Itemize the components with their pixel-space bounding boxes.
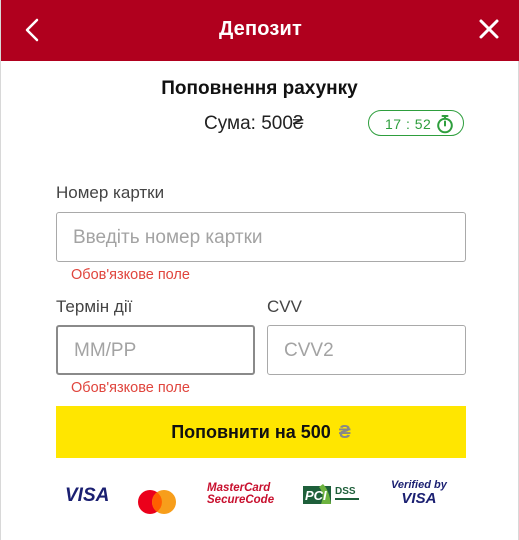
timer-value: 17 : 52 — [385, 116, 432, 132]
page-title: Поповнення рахунку — [161, 78, 358, 99]
stopwatch-icon — [437, 115, 453, 134]
modal-title: Депозит — [218, 18, 303, 40]
cvv-input[interactable] — [282, 326, 457, 376]
card-number-field[interactable] — [56, 212, 466, 263]
modal-header: Депозит — [1, 0, 519, 61]
expiry-field[interactable] — [56, 325, 255, 375]
card-number-error: Обов'язкове поле — [71, 267, 190, 283]
card-number-input[interactable] — [71, 213, 457, 263]
expiry-error: Обов'язкове поле — [71, 380, 190, 396]
deposit-amount: Сума: 500₴ — [204, 113, 303, 135]
submit-currency: ₴ — [338, 422, 351, 442]
close-icon — [479, 19, 499, 39]
submit-label: Поповнити на 500 — [171, 422, 331, 442]
payment-logos: VISA MasterCard SecureCode PCI DSS Verif… — [61, 476, 461, 516]
cvv-label: CVV — [267, 297, 302, 316]
expiry-input[interactable] — [72, 327, 245, 375]
close-button[interactable] — [478, 18, 500, 40]
card-number-label: Номер картки — [56, 183, 165, 202]
pci-dss-logo: PCI DSS — [301, 482, 361, 508]
pci-underline — [335, 498, 359, 500]
amount-text: Сума: 500 — [204, 113, 293, 134]
cvv-field[interactable] — [267, 325, 466, 376]
deposit-modal: Депозит Поповнення рахунку Сума: 500₴ 17… — [0, 0, 519, 540]
mastercard-securecode-logo: MasterCard SecureCode — [207, 482, 275, 506]
amount-currency: ₴ — [292, 113, 304, 134]
mastercard-logo — [138, 490, 176, 514]
session-timer: 17 : 52 — [368, 110, 464, 136]
verified-by-visa-logo: Verified by VISA — [391, 479, 447, 507]
visa-logo: VISA — [65, 485, 110, 506]
expiry-label: Термін дії — [56, 297, 133, 316]
deposit-submit-button[interactable]: Поповнити на 500 ₴ — [56, 406, 466, 458]
submit-label-wrap: Поповнити на 500 ₴ — [56, 422, 466, 443]
